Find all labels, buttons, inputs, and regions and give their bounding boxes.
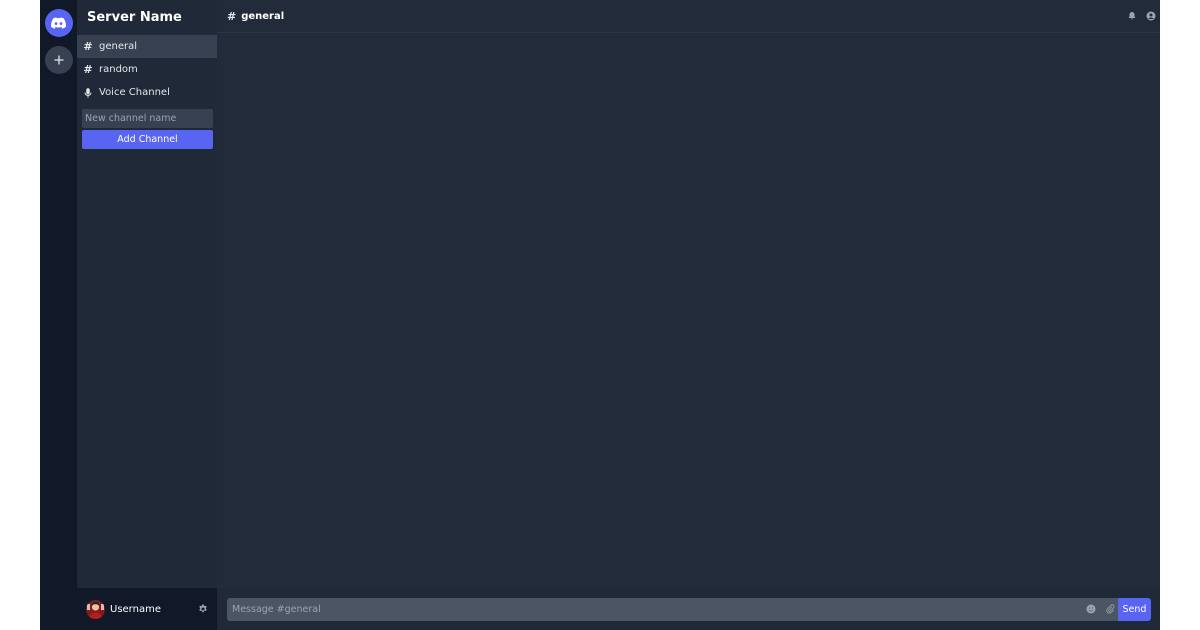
server-name: Server Name [87, 10, 182, 25]
discord-icon [51, 17, 66, 29]
add-server-button[interactable] [44, 46, 73, 74]
channel-label: general [99, 41, 138, 52]
message-input[interactable] [227, 598, 1118, 621]
microphone-icon [83, 87, 93, 98]
home-server-button[interactable] [44, 9, 73, 37]
channel-title: general [241, 10, 285, 22]
add-channel-button[interactable]: Add Channel [82, 130, 213, 149]
username: Username [110, 603, 161, 615]
plus-icon [54, 55, 63, 65]
send-button[interactable]: Send [1118, 598, 1151, 621]
paperclip-icon[interactable] [1105, 604, 1115, 614]
new-channel-input[interactable] [82, 109, 213, 128]
user-panel: Username [77, 588, 217, 630]
channel-item-random[interactable]: # random [77, 58, 217, 81]
add-channel-form: Add Channel [77, 104, 217, 149]
hash-icon: # [83, 40, 93, 53]
channel-label: Voice Channel [99, 87, 170, 98]
channel-header: # general [217, 0, 1160, 33]
channel-item-general[interactable]: # general [77, 35, 217, 58]
channel-sidebar: Server Name # general # random Voice Cha… [77, 0, 217, 630]
emoji-icon[interactable] [1086, 604, 1096, 614]
app-window: Server Name # general # random Voice Cha… [40, 0, 1160, 630]
server-rail [40, 0, 77, 630]
channel-label: random [99, 64, 138, 75]
gear-icon[interactable] [198, 604, 208, 614]
message-composer: Send [227, 598, 1151, 621]
chat-main: # general Send [217, 0, 1160, 630]
avatar[interactable] [86, 599, 105, 619]
user-icon[interactable] [1146, 11, 1156, 21]
composer-area: Send [217, 588, 1160, 630]
hash-icon: # [227, 9, 237, 23]
header-actions [1127, 11, 1156, 21]
bell-icon[interactable] [1127, 11, 1137, 21]
hash-icon: # [83, 63, 93, 76]
composer-actions [1086, 604, 1115, 614]
channel-item-voice-channel[interactable]: Voice Channel [77, 81, 217, 104]
